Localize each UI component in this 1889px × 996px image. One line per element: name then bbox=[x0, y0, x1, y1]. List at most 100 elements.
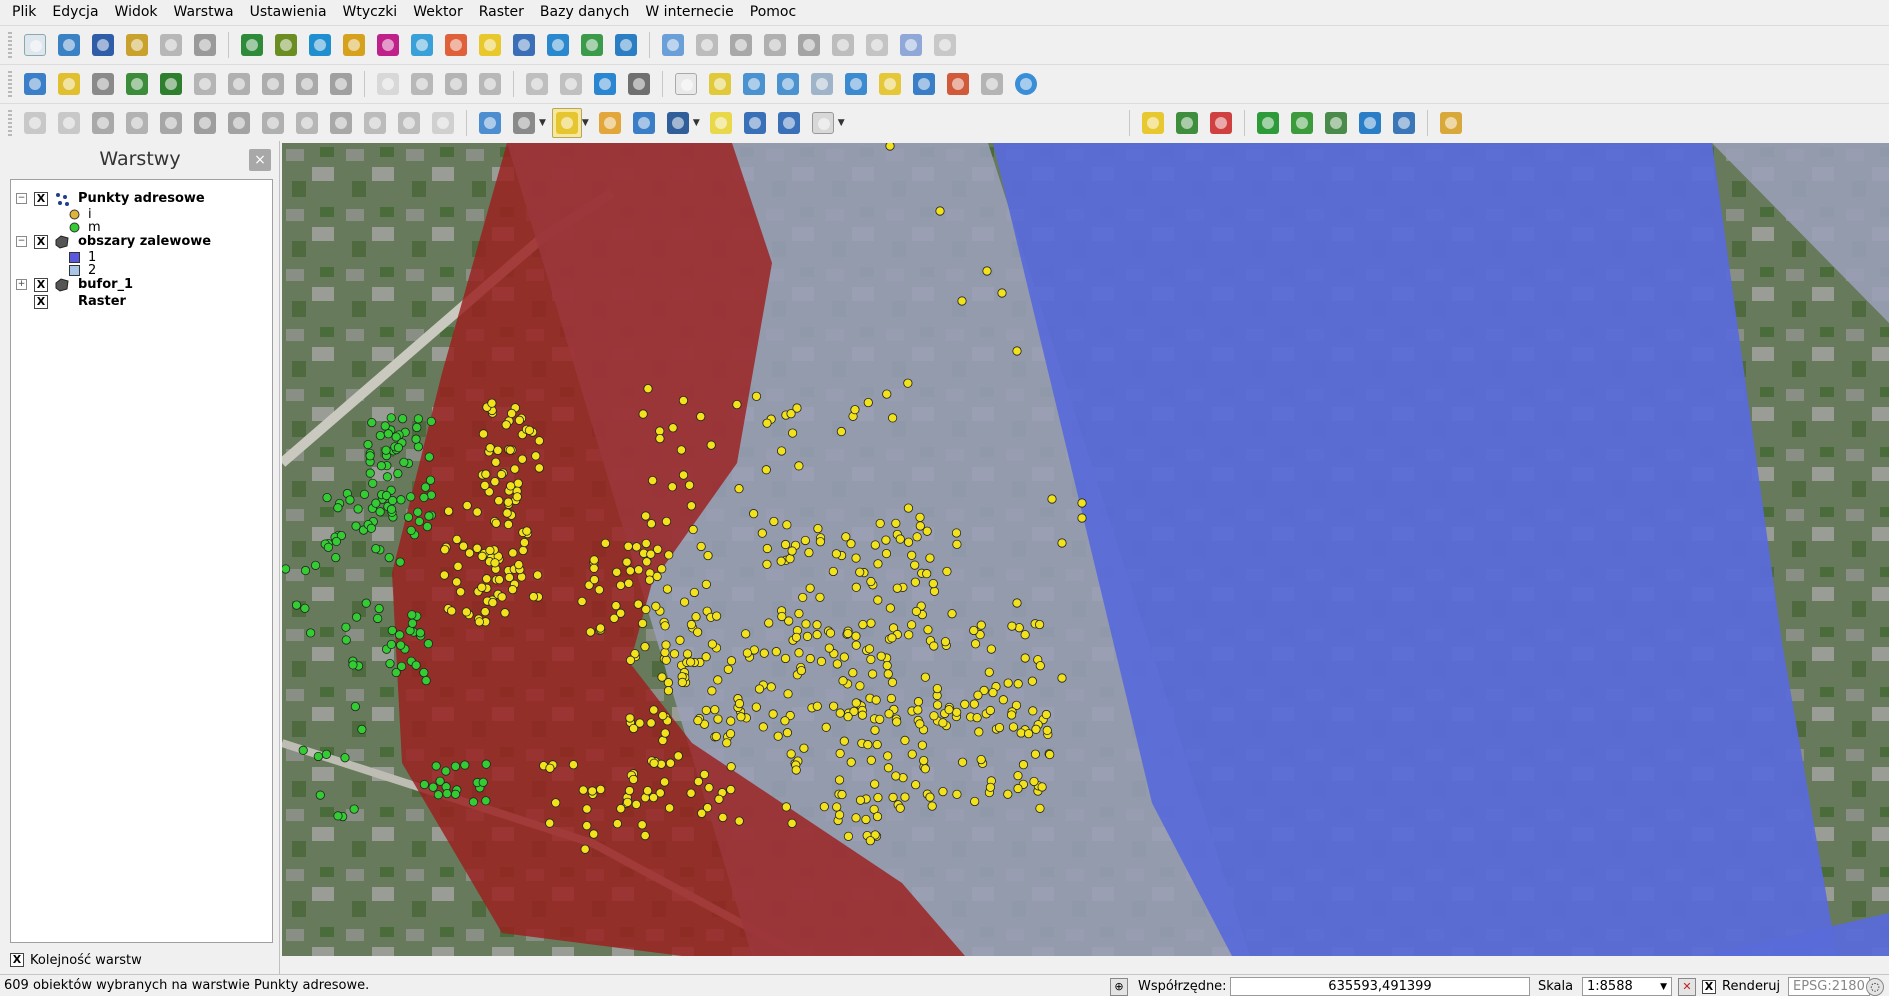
add-postgis-layer-button[interactable] bbox=[305, 30, 335, 60]
chevron-down-icon[interactable]: ▼ bbox=[838, 118, 845, 128]
menu-item-widok[interactable]: Widok bbox=[107, 0, 166, 24]
menu-item-bazy-danych[interactable]: Bazy danych bbox=[532, 0, 637, 24]
rotate-label-button[interactable] bbox=[441, 69, 471, 99]
save-edits-button[interactable] bbox=[692, 30, 722, 60]
digitize-button[interactable] bbox=[20, 69, 50, 99]
delete-selected-button[interactable] bbox=[828, 30, 858, 60]
text-annotation-button[interactable] bbox=[808, 108, 838, 138]
delete-ring-button[interactable] bbox=[224, 69, 254, 99]
coordinate-toggle[interactable]: ⊕ bbox=[1110, 977, 1128, 996]
deselect-button[interactable] bbox=[595, 108, 625, 138]
coordinate-value[interactable]: 635593,491399 bbox=[1230, 977, 1530, 996]
pan-to-selection-button[interactable] bbox=[705, 69, 735, 99]
layer-row-raster[interactable]: X Raster bbox=[11, 293, 126, 310]
show-bookmarks-button[interactable] bbox=[774, 108, 804, 138]
menu-item-plik[interactable]: Plik bbox=[4, 0, 44, 24]
rotate-point-button[interactable] bbox=[326, 108, 356, 138]
add-ring-button[interactable] bbox=[122, 69, 152, 99]
zoom-native-button[interactable] bbox=[807, 69, 837, 99]
raster-calc-button[interactable] bbox=[624, 69, 654, 99]
layer-row-points[interactable]: − X Punkty adresowe bbox=[11, 190, 205, 207]
plugin-export-button[interactable] bbox=[1253, 108, 1283, 138]
split-parts-button[interactable] bbox=[224, 108, 254, 138]
add-raster-layer-button[interactable] bbox=[271, 30, 301, 60]
add-csv-layer-button[interactable] bbox=[577, 30, 607, 60]
rotate-feature-button[interactable] bbox=[88, 108, 118, 138]
plugin-add-point-button[interactable] bbox=[1172, 108, 1202, 138]
remove-layer-button[interactable] bbox=[509, 30, 539, 60]
add-wcs-layer-button[interactable] bbox=[441, 30, 471, 60]
toggle-editing-button[interactable] bbox=[658, 30, 688, 60]
stop-render-icon[interactable]: ✕ bbox=[1678, 977, 1696, 996]
layer-visibility-checkbox[interactable]: X bbox=[34, 294, 48, 309]
coordinate-field[interactable]: 635593,491399 bbox=[1230, 977, 1530, 996]
add-spatialite-layer-button[interactable] bbox=[339, 30, 369, 60]
simplify-button[interactable] bbox=[88, 69, 118, 99]
close-icon[interactable]: × bbox=[249, 149, 271, 171]
new-bookmark-button[interactable] bbox=[740, 108, 770, 138]
zoom-full-button[interactable] bbox=[841, 69, 871, 99]
add-mssql-layer-button[interactable] bbox=[373, 30, 403, 60]
messages-icon[interactable]: ◌ bbox=[1866, 977, 1884, 996]
identify-button[interactable] bbox=[475, 108, 505, 138]
add-part-button[interactable] bbox=[156, 69, 186, 99]
layer-order-checkbox[interactable]: X bbox=[10, 953, 24, 967]
label-button[interactable] bbox=[373, 69, 403, 99]
move-feature-button[interactable] bbox=[760, 30, 790, 60]
add-feature-button[interactable] bbox=[726, 30, 756, 60]
print-composer-button[interactable] bbox=[156, 30, 186, 60]
layer-row-buffer[interactable]: + X bufor_1 bbox=[11, 276, 133, 293]
circle-button[interactable] bbox=[360, 108, 390, 138]
change-label-button[interactable] bbox=[475, 69, 505, 99]
messages-button[interactable]: ◌ bbox=[1866, 977, 1884, 996]
ellipse-button[interactable] bbox=[394, 108, 424, 138]
open-project-button[interactable] bbox=[54, 30, 84, 60]
toolbar-grip[interactable] bbox=[8, 109, 12, 136]
crs-value[interactable]: EPSG:2180 bbox=[1788, 977, 1870, 996]
copy-features-button[interactable] bbox=[896, 30, 926, 60]
toolbar-grip[interactable] bbox=[8, 70, 12, 97]
plugin-gallery-button[interactable] bbox=[1436, 108, 1466, 138]
plugin-d2-button[interactable] bbox=[1138, 108, 1168, 138]
measure-button[interactable] bbox=[663, 108, 693, 138]
toolbar-grip[interactable] bbox=[8, 31, 12, 58]
add-vector-layer-button[interactable] bbox=[237, 30, 267, 60]
run-action-button[interactable] bbox=[509, 108, 539, 138]
menu-item-edycja[interactable]: Edycja bbox=[44, 0, 106, 24]
fill-ring-button[interactable] bbox=[190, 69, 220, 99]
new-shapefile-button[interactable] bbox=[475, 30, 505, 60]
globe-button[interactable] bbox=[590, 69, 620, 99]
print-button[interactable] bbox=[190, 30, 220, 60]
split-features-button[interactable] bbox=[190, 108, 220, 138]
zoom-selection-button[interactable] bbox=[875, 69, 905, 99]
pin-labels-button[interactable] bbox=[407, 69, 437, 99]
attribute-table-button[interactable] bbox=[629, 108, 659, 138]
coordinate-icon[interactable]: ⊕ bbox=[1110, 977, 1128, 996]
menu-item-pomoc[interactable]: Pomoc bbox=[742, 0, 804, 24]
merge-features-button[interactable] bbox=[258, 108, 288, 138]
add-ring-2-button[interactable] bbox=[156, 108, 186, 138]
plugin-vehicle-button[interactable] bbox=[1355, 108, 1385, 138]
expand-icon[interactable]: + bbox=[16, 279, 27, 290]
reshape-button[interactable] bbox=[292, 69, 322, 99]
simplify-feature-button[interactable] bbox=[122, 108, 152, 138]
crs-button[interactable]: EPSG:2180 bbox=[1788, 977, 1870, 996]
paste-features-button[interactable] bbox=[930, 30, 960, 60]
render-checkbox[interactable]: X bbox=[1702, 979, 1716, 994]
undo-button[interactable] bbox=[20, 108, 50, 138]
zoom-out-button[interactable] bbox=[773, 69, 803, 99]
menu-item-wektor[interactable]: Wektor bbox=[405, 0, 471, 24]
refresh-button[interactable] bbox=[1011, 69, 1041, 99]
zoom-in-button[interactable] bbox=[739, 69, 769, 99]
save-as-button[interactable] bbox=[122, 30, 152, 60]
select-features-button[interactable] bbox=[551, 107, 582, 138]
offset-curve-button[interactable] bbox=[326, 69, 356, 99]
redo-button[interactable] bbox=[54, 108, 84, 138]
plugin-image-button[interactable] bbox=[1321, 108, 1351, 138]
chevron-down-icon[interactable]: ▼ bbox=[1660, 982, 1667, 992]
layer-visibility-checkbox[interactable]: X bbox=[34, 277, 48, 292]
collapse-icon[interactable]: − bbox=[16, 193, 27, 204]
chevron-down-icon[interactable]: ▼ bbox=[539, 118, 546, 128]
zoom-next-button[interactable] bbox=[977, 69, 1007, 99]
plugin-hd-button[interactable] bbox=[1287, 108, 1317, 138]
